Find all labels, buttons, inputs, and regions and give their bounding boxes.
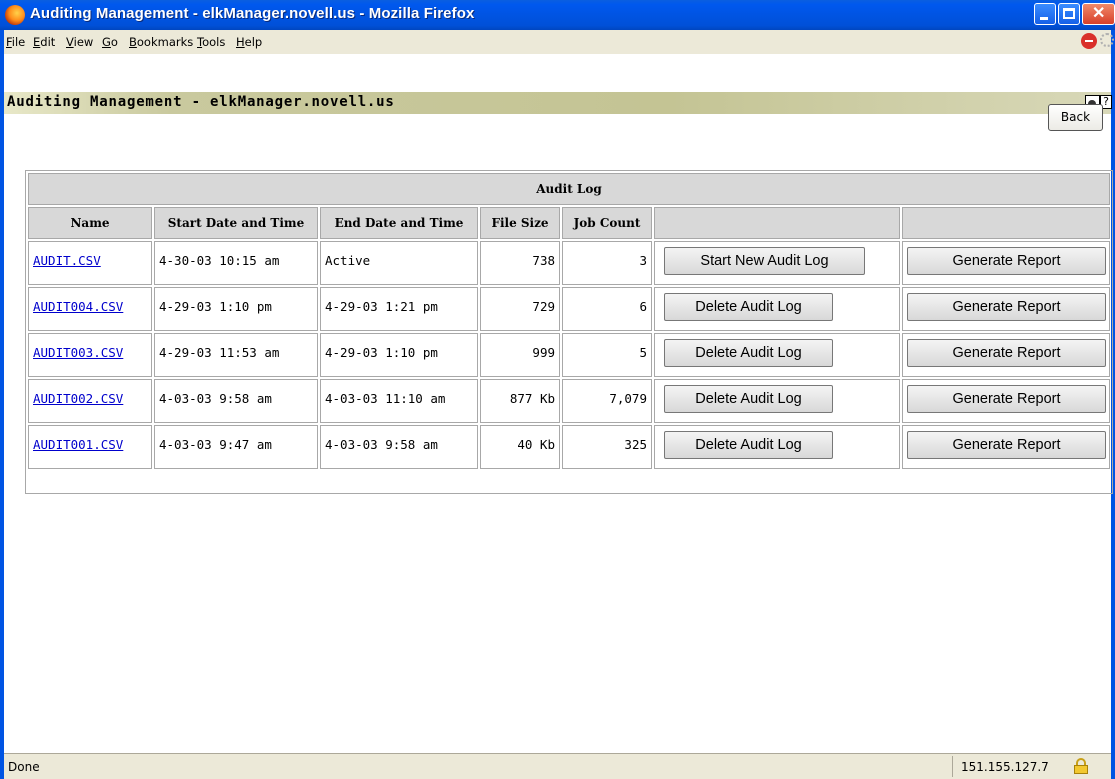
delete-audit-log-button[interactable]: Delete Audit Log [664, 339, 833, 367]
menu-help[interactable]: Help [236, 35, 262, 49]
table-row-report-cell: Generate Report [902, 379, 1110, 423]
delete-audit-log-button[interactable]: Delete Audit Log [664, 293, 833, 321]
maximize-icon [1063, 8, 1075, 19]
table-row-name-cell: AUDIT004.CSV [28, 287, 152, 331]
table-row-end-cell: 4-03-03 9:58 am [320, 425, 478, 469]
table-row-count-cell: 325 [562, 425, 652, 469]
start-new-audit-log-button[interactable]: Start New Audit Log [664, 247, 865, 275]
column-header-count: Job Count [562, 207, 652, 239]
table-row-size-cell: 40 Kb [480, 425, 560, 469]
table-row-action-cell: Delete Audit Log [654, 379, 900, 423]
generate-report-button[interactable]: Generate Report [907, 431, 1106, 459]
table-row-report-cell: Generate Report [902, 333, 1110, 377]
table-row-count-cell: 3 [562, 241, 652, 285]
column-header-name: Name [28, 207, 152, 239]
menu-tools[interactable]: Tools [197, 35, 225, 49]
table-row-size-cell: 999 [480, 333, 560, 377]
throbber-icon [1100, 33, 1114, 47]
table-row-action-cell: Delete Audit Log [654, 333, 900, 377]
title-bar[interactable]: Auditing Management - elkManager.novell.… [0, 0, 1115, 30]
audit-file-link[interactable]: AUDIT004.CSV [33, 299, 123, 314]
generate-report-button[interactable]: Generate Report [907, 293, 1106, 321]
menu-bookmarks[interactable]: Bookmarks [129, 35, 193, 49]
minimize-icon [1040, 17, 1048, 20]
close-icon: ✕ [1092, 5, 1106, 22]
table-row-start-cell: 4-29-03 1:10 pm [154, 287, 318, 331]
table-row-start-cell: 4-29-03 11:53 am [154, 333, 318, 377]
security-panel[interactable]: 151.155.127.7 [952, 756, 1108, 777]
menu-file[interactable]: File [6, 35, 25, 49]
column-header-report [902, 207, 1110, 239]
table-row-action-cell: Start New Audit Log [654, 241, 900, 285]
delete-audit-log-button[interactable]: Delete Audit Log [664, 385, 833, 413]
server-ip: 151.155.127.7 [961, 760, 1049, 774]
close-button[interactable]: ✕ [1082, 3, 1115, 25]
table-row-size-cell: 729 [480, 287, 560, 331]
audit-log-table: Audit Log Name Start Date and Time End D… [25, 170, 1113, 494]
audit-file-link[interactable]: AUDIT002.CSV [33, 391, 123, 406]
table-row-end-cell: 4-03-03 11:10 am [320, 379, 478, 423]
table-row-start-cell: 4-03-03 9:58 am [154, 379, 318, 423]
table-row-report-cell: Generate Report [902, 287, 1110, 331]
audit-file-link[interactable]: AUDIT.CSV [33, 253, 101, 268]
status-bar: Done 151.155.127.7 [4, 753, 1111, 779]
menu-view[interactable]: View [66, 35, 93, 49]
minimize-button[interactable] [1034, 3, 1056, 25]
menu-bar: File Edit View Go Bookmarks Tools Help [0, 30, 1115, 54]
table-row-size-cell: 738 [480, 241, 560, 285]
table-row-name-cell: AUDIT.CSV [28, 241, 152, 285]
table-row-end-cell: 4-29-03 1:10 pm [320, 333, 478, 377]
generate-report-button[interactable]: Generate Report [907, 339, 1106, 367]
generate-report-button[interactable]: Generate Report [907, 385, 1106, 413]
table-title: Audit Log [28, 173, 1110, 205]
audit-file-link[interactable]: AUDIT003.CSV [33, 345, 123, 360]
table-row-name-cell: AUDIT003.CSV [28, 333, 152, 377]
table-row-report-cell: Generate Report [902, 425, 1110, 469]
table-row-end-cell: Active [320, 241, 478, 285]
table-row-count-cell: 6 [562, 287, 652, 331]
menu-go[interactable]: Go [102, 35, 118, 49]
delete-audit-log-button[interactable]: Delete Audit Log [664, 431, 833, 459]
table-row-report-cell: Generate Report [902, 241, 1110, 285]
lock-icon[interactable] [1073, 758, 1089, 774]
column-header-end: End Date and Time [320, 207, 478, 239]
audit-file-link[interactable]: AUDIT001.CSV [33, 437, 123, 452]
firefox-icon[interactable] [5, 5, 25, 25]
back-button[interactable]: Back [1048, 104, 1103, 131]
table-row-start-cell: 4-03-03 9:47 am [154, 425, 318, 469]
table-row-name-cell: AUDIT002.CSV [28, 379, 152, 423]
window-title: Auditing Management - elkManager.novell.… [30, 5, 475, 22]
maximize-button[interactable] [1058, 3, 1080, 25]
column-header-size: File Size [480, 207, 560, 239]
table-row-count-cell: 7,079 [562, 379, 652, 423]
table-row-size-cell: 877 Kb [480, 379, 560, 423]
table-row-start-cell: 4-30-03 10:15 am [154, 241, 318, 285]
table-row-action-cell: Delete Audit Log [654, 425, 900, 469]
column-header-action [654, 207, 900, 239]
generate-report-button[interactable]: Generate Report [907, 247, 1106, 275]
table-row-end-cell: 4-29-03 1:21 pm [320, 287, 478, 331]
page-content: Auditing Management - elkManager.novell.… [4, 54, 1113, 753]
page-header: Auditing Management - elkManager.novell.… [4, 92, 1112, 114]
menu-edit[interactable]: Edit [33, 35, 55, 49]
table-row-name-cell: AUDIT001.CSV [28, 425, 152, 469]
status-text: Done [8, 760, 40, 774]
stop-icon[interactable] [1081, 33, 1097, 49]
column-header-start: Start Date and Time [154, 207, 318, 239]
table-row-action-cell: Delete Audit Log [654, 287, 900, 331]
page-title: Auditing Management - elkManager.novell.… [7, 94, 395, 110]
table-row-count-cell: 5 [562, 333, 652, 377]
